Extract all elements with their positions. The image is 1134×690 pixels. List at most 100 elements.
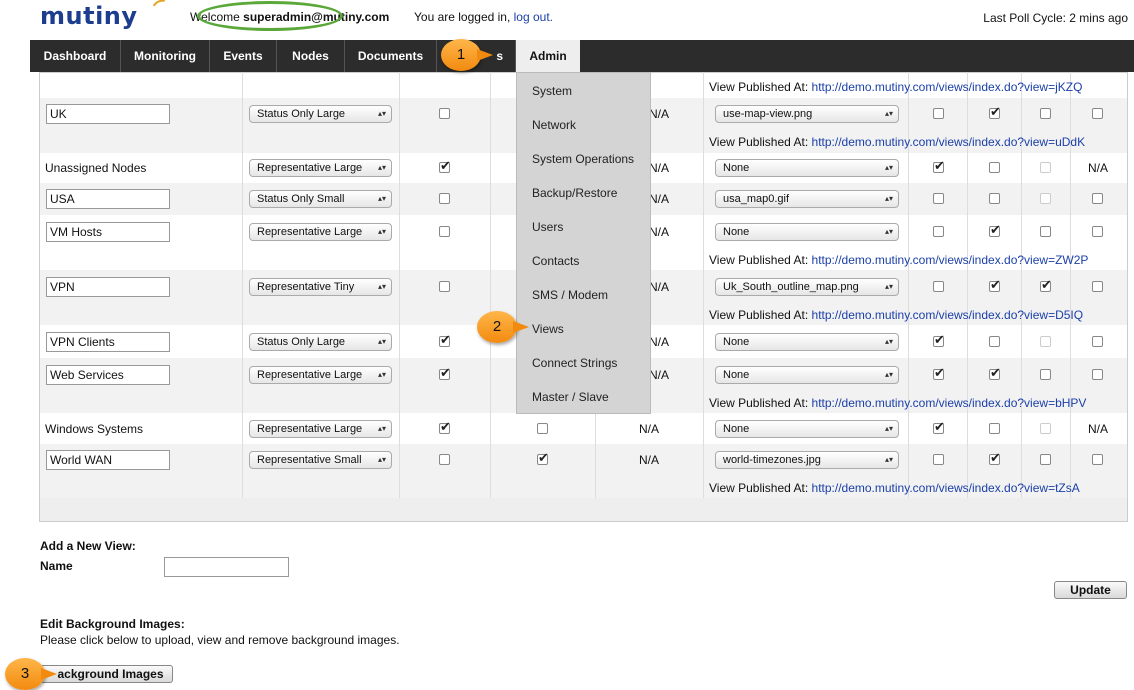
published-link[interactable]: http://demo.mutiny.com/views/index.do?vi… [812, 481, 1080, 495]
view-checkbox[interactable] [933, 332, 945, 348]
view-checkbox[interactable] [933, 419, 945, 435]
tab-dashboard[interactable]: Dashboard [30, 40, 121, 72]
view-checkbox[interactable] [439, 193, 450, 204]
view-checkbox[interactable] [989, 365, 1001, 381]
view-style-select[interactable]: Representative Large ▴▾ [249, 223, 392, 241]
menu-item-network[interactable]: Network [532, 118, 576, 132]
view-checkbox[interactable] [439, 332, 451, 348]
view-checkbox[interactable] [989, 423, 1000, 434]
view-checkbox[interactable] [989, 104, 1001, 120]
view-checkbox[interactable] [439, 158, 451, 174]
view-checkbox[interactable] [439, 281, 450, 292]
menu-item-backup-restore[interactable]: Backup/Restore [532, 186, 617, 200]
view-checkbox[interactable] [989, 336, 1000, 347]
logout-link[interactable]: log out. [514, 10, 553, 24]
view-checkbox[interactable] [439, 454, 450, 465]
view-checkbox[interactable] [439, 226, 450, 237]
tab-nodes[interactable]: Nodes [277, 40, 345, 72]
view-checkbox[interactable] [933, 108, 944, 119]
view-style-select[interactable]: Status Only Large ▴▾ [249, 105, 392, 123]
view-style-select[interactable]: Representative Large ▴▾ [249, 420, 392, 438]
background-images-button[interactable]: ackground Images [40, 665, 173, 683]
view-checkbox[interactable] [933, 454, 944, 465]
new-view-name-input[interactable] [164, 557, 289, 577]
view-checkbox[interactable] [989, 193, 1000, 204]
tab-monitoring[interactable]: Monitoring [121, 40, 210, 72]
view-style-select[interactable]: Representative Small ▴▾ [249, 451, 392, 469]
menu-item-master-slave[interactable]: Master / Slave [532, 390, 609, 404]
view-style-select[interactable]: Status Only Large ▴▾ [249, 333, 392, 351]
view-name-input[interactable]: VM Hosts [46, 222, 170, 242]
view-name-input[interactable]: VPN [46, 277, 170, 297]
view-checkbox[interactable] [933, 226, 944, 237]
update-button[interactable]: Update [1054, 581, 1127, 599]
view-checkbox[interactable] [1092, 226, 1103, 237]
na-text: N/A [1088, 161, 1109, 175]
menu-item-system-operations[interactable]: System Operations [532, 152, 634, 166]
background-select[interactable]: None ▴▾ [715, 366, 899, 384]
view-checkbox[interactable] [439, 419, 451, 435]
column-divider [399, 72, 400, 498]
select-arrows-icon: ▴▾ [377, 337, 386, 346]
published-link[interactable]: http://demo.mutiny.com/views/index.do?vi… [812, 253, 1089, 267]
background-select[interactable]: world-timezones.jpg ▴▾ [715, 451, 899, 469]
view-checkbox[interactable] [989, 450, 1001, 466]
view-checkbox[interactable] [933, 281, 944, 292]
menu-item-system[interactable]: System [532, 84, 572, 98]
background-select[interactable]: Uk_South_outline_map.png ▴▾ [715, 278, 899, 296]
view-checkbox[interactable] [1040, 277, 1052, 293]
published-link[interactable]: http://demo.mutiny.com/views/index.do?vi… [812, 80, 1083, 94]
tab-admin[interactable]: Admin [516, 40, 580, 72]
view-name-label: Unassigned Nodes [45, 161, 147, 175]
view-checkbox[interactable] [1040, 108, 1051, 119]
view-checkbox[interactable] [1092, 454, 1103, 465]
view-name-input[interactable]: UK [46, 104, 170, 124]
published-link[interactable]: http://demo.mutiny.com/views/index.do?vi… [812, 396, 1087, 410]
view-checkbox[interactable] [1040, 454, 1051, 465]
background-select[interactable]: None ▴▾ [715, 333, 899, 351]
view-style-select[interactable]: Representative Large ▴▾ [249, 366, 392, 384]
view-checkbox[interactable] [989, 162, 1000, 173]
tab-events[interactable]: Events [210, 40, 277, 72]
view-checkbox[interactable] [1092, 369, 1103, 380]
view-checkbox[interactable] [439, 365, 451, 381]
view-checkbox[interactable] [989, 222, 1001, 238]
published-url-row: View Published At: http://demo.mutiny.co… [709, 481, 1080, 495]
view-name-input[interactable]: USA [46, 189, 170, 209]
background-select[interactable]: None ▴▾ [715, 223, 899, 241]
view-checkbox[interactable] [989, 277, 1001, 293]
select-value: usa_map0.gif [723, 193, 790, 205]
view-style-select[interactable]: Representative Large ▴▾ [249, 159, 392, 177]
view-checkbox[interactable] [933, 365, 945, 381]
view-checkbox[interactable] [1040, 369, 1051, 380]
background-select[interactable]: None ▴▾ [715, 420, 899, 438]
view-name-input[interactable]: VPN Clients [46, 332, 170, 352]
view-checkbox[interactable] [537, 423, 548, 434]
menu-item-sms-modem[interactable]: SMS / Modem [532, 288, 608, 302]
published-link[interactable]: http://demo.mutiny.com/views/index.do?vi… [812, 135, 1086, 149]
view-name-input[interactable]: World WAN [46, 450, 170, 470]
view-checkbox[interactable] [933, 193, 944, 204]
view-checkbox[interactable] [1092, 108, 1103, 119]
menu-item-contacts[interactable]: Contacts [532, 254, 579, 268]
published-url-row: View Published At: http://demo.mutiny.co… [709, 396, 1086, 410]
view-checkbox[interactable] [933, 158, 945, 174]
tab-documents[interactable]: Documents [345, 40, 437, 72]
view-checkbox[interactable] [537, 450, 549, 466]
view-checkbox[interactable] [439, 108, 450, 119]
menu-item-connect-strings[interactable]: Connect Strings [532, 356, 617, 370]
view-checkbox[interactable] [1040, 226, 1051, 237]
background-select[interactable]: None ▴▾ [715, 159, 899, 177]
view-checkbox[interactable] [1092, 336, 1103, 347]
background-select[interactable]: usa_map0.gif ▴▾ [715, 190, 899, 208]
background-select[interactable]: use-map-view.png ▴▾ [715, 105, 899, 123]
select-value: Representative Large [257, 423, 363, 435]
view-checkbox[interactable] [1092, 281, 1103, 292]
published-link[interactable]: http://demo.mutiny.com/views/index.do?vi… [812, 308, 1084, 322]
view-style-select[interactable]: Status Only Small ▴▾ [249, 190, 392, 208]
view-checkbox[interactable] [1092, 193, 1103, 204]
view-name-input[interactable]: Web Services [46, 365, 170, 385]
menu-item-users[interactable]: Users [532, 220, 563, 234]
menu-item-views[interactable]: Views [532, 322, 564, 336]
view-style-select[interactable]: Representative Tiny ▴▾ [249, 278, 392, 296]
